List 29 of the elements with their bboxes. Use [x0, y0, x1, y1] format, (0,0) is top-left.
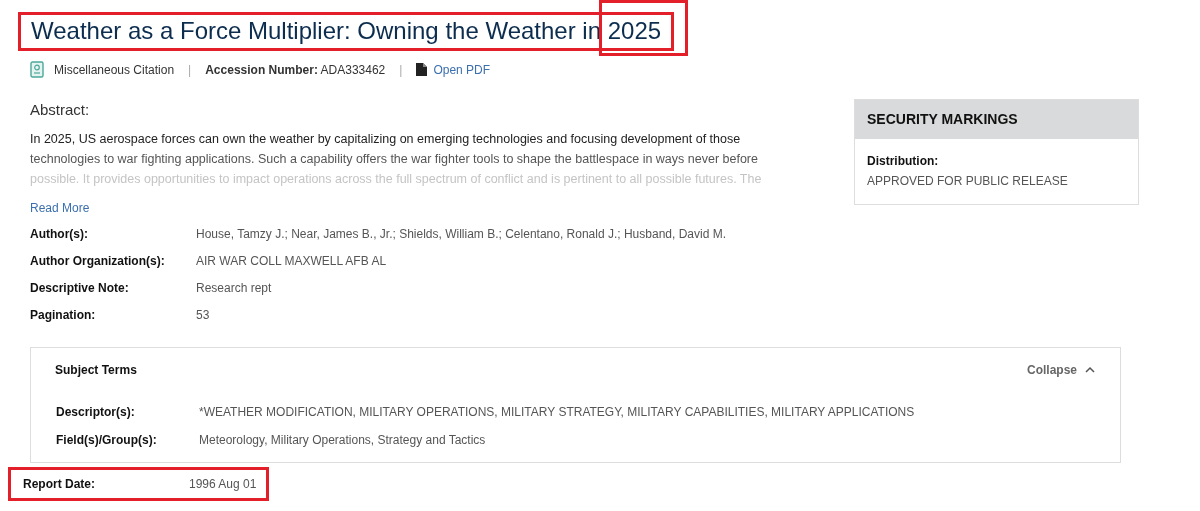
field-value: *WEATHER MODIFICATION, MILITARY OPERATIONS, MILITARY STRATEGY, MILITARY CAPABILITIES, MILITARY APPLICATIONS — [199, 405, 915, 420]
section-heading: Abstract: — [30, 99, 91, 120]
field-value: House, Tamzy J.; Near, James B., Jr.; Shields, William B.; Celentano, Ronald J.; Husband, David M. — [196, 227, 726, 242]
field-label: Descriptive Note: — [30, 281, 129, 296]
separator: | — [399, 61, 403, 79]
document-icon — [30, 61, 44, 79]
collapse-toggle[interactable]: Collapse — [1026, 360, 1096, 381]
field-label: Report Date: — [23, 476, 96, 494]
field-label: Author Organization(s): — [30, 254, 165, 269]
field-label: Distribution: — [867, 152, 940, 170]
field-value: AIR WAR COLL MAXWELL AFB AL — [196, 254, 387, 269]
field-value: 53 — [196, 308, 210, 323]
separator: | — [188, 61, 192, 79]
field-label: Author(s): — [30, 227, 88, 242]
panel-heading: SECURITY MARKINGS — [855, 99, 1138, 139]
accession-number: Accession Number: ADA333462 — [205, 61, 386, 79]
chevron-icon — [1085, 366, 1095, 375]
field-value: 1996 Aug 01 — [189, 476, 257, 494]
field-value: Research rept — [196, 281, 272, 296]
field-label: Field(s)/Group(s): — [56, 433, 157, 448]
field-value: APPROVED FOR PUBLIC RELEASE — [867, 172, 1069, 190]
field-label: Descriptor(s): — [56, 405, 135, 420]
field-value: Meteorology, Military Operations, Strategy and Tactics — [199, 433, 486, 448]
pdf-file-icon — [416, 63, 428, 77]
field-label: Pagination: — [30, 308, 96, 323]
read-more-link[interactable]: Read More — [30, 199, 90, 218]
open-pdf-link[interactable]: Open PDF — [433, 60, 491, 79]
panel-heading: Subject Terms — [55, 362, 137, 380]
citation-type: Miscellaneous Citation — [54, 61, 175, 79]
